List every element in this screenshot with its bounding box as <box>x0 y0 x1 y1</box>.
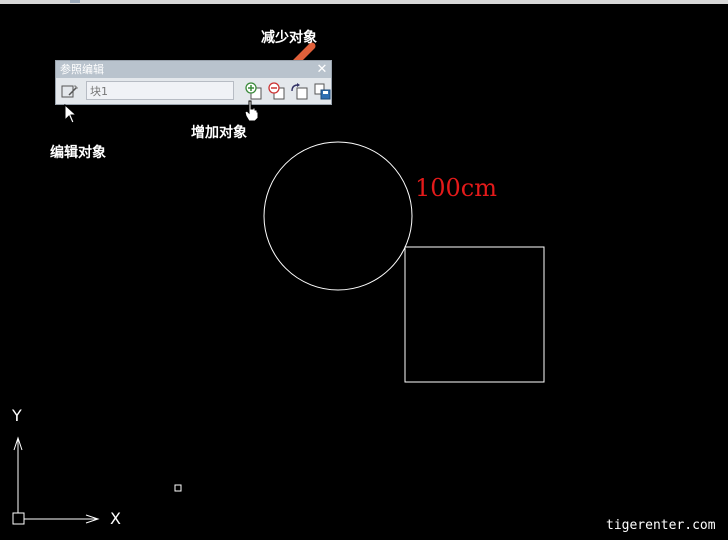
arrow-cursor-icon <box>64 104 78 124</box>
hand-cursor-icon <box>244 100 259 122</box>
watermark: tigerenter.com <box>606 518 716 533</box>
discard-changes-icon[interactable] <box>289 81 309 101</box>
square-shape[interactable] <box>404 246 545 383</box>
tab-hint <box>70 0 80 3</box>
label-remove-objects: 减少对象 <box>261 30 317 46</box>
ucs-icon <box>12 436 100 525</box>
grip-point[interactable] <box>174 484 182 492</box>
dimension-text: 100cm <box>415 174 498 202</box>
toolbar-title-bar[interactable]: 参照编辑 ✕ <box>56 61 331 78</box>
save-changes-icon[interactable] <box>312 81 332 101</box>
edit-reference-icon[interactable] <box>60 81 80 101</box>
label-edit-objects: 编辑对象 <box>50 145 106 161</box>
toolbar-row <box>56 80 331 104</box>
reference-edit-toolbar: 参照编辑 ✕ <box>55 60 332 105</box>
drawing-canvas[interactable]: 参照编辑 ✕ 块1 减少对象 增加对象 编辑对象 100cm Y X tiger… <box>0 4 728 540</box>
close-icon[interactable]: ✕ <box>316 61 328 78</box>
remove-from-workset-icon[interactable] <box>266 81 286 101</box>
add-to-workset-icon[interactable] <box>243 81 263 101</box>
toolbar-title: 参照编辑 <box>60 63 104 76</box>
label-add-objects: 增加对象 <box>191 125 247 141</box>
block-name-input[interactable] <box>86 81 234 100</box>
axis-x-label: X <box>110 509 121 528</box>
axis-y-label: Y <box>12 406 22 425</box>
circle-shape[interactable] <box>263 141 413 291</box>
